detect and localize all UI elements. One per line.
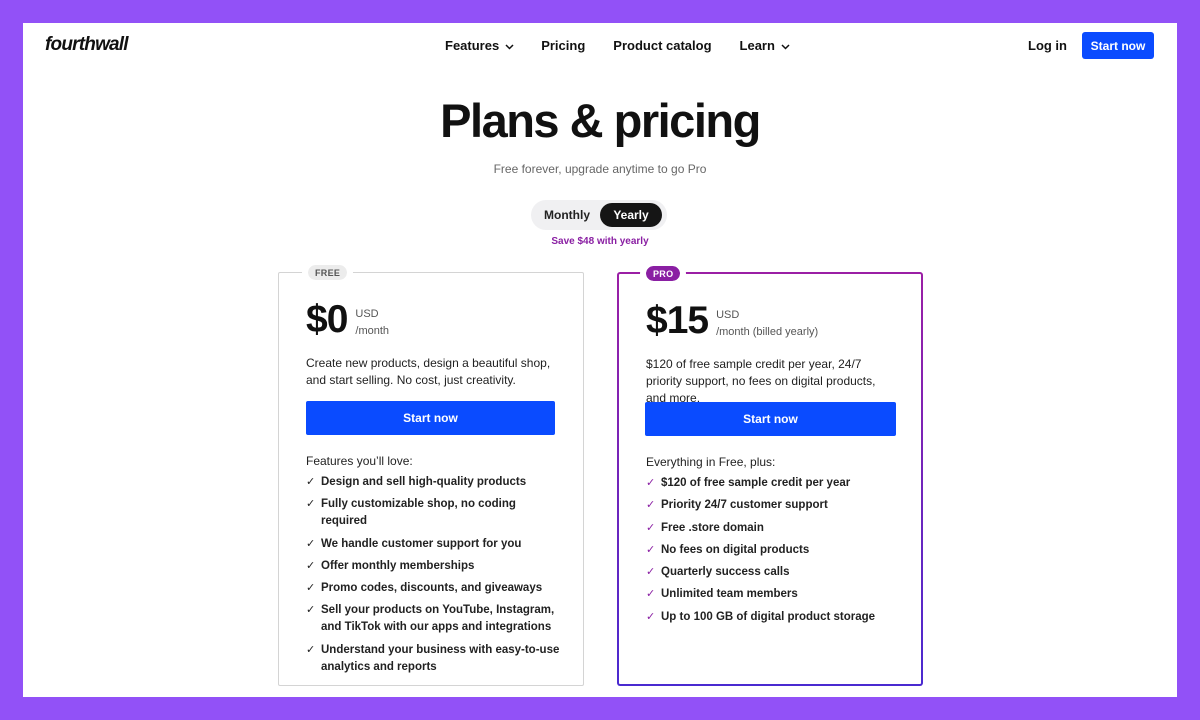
page-frame: fourthwall Features Pricing Product cata… bbox=[23, 23, 1177, 697]
feature-text: Offer monthly memberships bbox=[321, 559, 475, 572]
billing-option-monthly[interactable]: Monthly bbox=[534, 203, 600, 227]
check-icon: ✓ bbox=[306, 604, 316, 617]
plan-price: $15 bbox=[646, 299, 709, 342]
check-icon: ✓ bbox=[646, 610, 656, 623]
check-icon: ✓ bbox=[646, 477, 656, 489]
nav-item-pricing[interactable]: Pricing bbox=[541, 38, 585, 53]
check-icon: ✓ bbox=[646, 543, 656, 556]
list-item: ✓ Design and sell high-quality products bbox=[306, 474, 561, 491]
feature-list: ✓ Design and sell high-quality products ✓… bbox=[306, 474, 561, 681]
feature-text: Free .store domain bbox=[661, 521, 764, 534]
nav-item-label: Pricing bbox=[541, 38, 586, 53]
check-icon: ✓ bbox=[646, 521, 656, 534]
plan-tag: FREE bbox=[301, 259, 354, 286]
price-meta: USD /month (billed yearly) bbox=[716, 301, 818, 341]
features-heading: Features you’ll love: bbox=[306, 454, 413, 468]
feature-text: $120 of free sample credit per year bbox=[661, 477, 851, 489]
pro-start-now-button[interactable]: Start now bbox=[645, 402, 896, 436]
price-currency: USD bbox=[716, 309, 740, 321]
logo[interactable]: fourthwall bbox=[45, 34, 129, 56]
check-icon: ✓ bbox=[306, 643, 316, 656]
nav-item-label: Learn bbox=[739, 38, 775, 53]
feature-text: No fees on digital products bbox=[661, 543, 810, 556]
list-item: ✓ Fully customizable shop, no coding requ… bbox=[306, 496, 561, 530]
top-nav: fourthwall Features Pricing Product cata… bbox=[23, 23, 1177, 69]
feature-text: Sell your products on YouTube, Instagram… bbox=[321, 604, 555, 634]
start-now-button[interactable]: Start now bbox=[1082, 32, 1154, 59]
price-row: $15 USD /month (billed yearly) bbox=[646, 301, 818, 341]
list-item: ✓ Priority 24/7 customer support bbox=[646, 497, 901, 514]
billing-toggle: Monthly Yearly bbox=[531, 200, 667, 230]
plan-tag: PRO bbox=[639, 260, 687, 287]
list-item: ✓ Up to 100 GB of digital product storage bbox=[646, 609, 901, 626]
feature-text: Fully customizable shop, no coding requi… bbox=[321, 498, 516, 528]
price-period: /month bbox=[355, 325, 390, 337]
price-currency: USD bbox=[355, 308, 379, 320]
plan-description: $120 of free sample credit per year, 24/… bbox=[646, 357, 876, 405]
check-icon: ✓ bbox=[306, 559, 316, 572]
chevron-down-icon bbox=[781, 38, 790, 53]
price-row: $0 USD /month bbox=[306, 300, 389, 340]
feature-text: Design and sell high-quality products bbox=[321, 476, 527, 488]
free-start-now-button[interactable]: Start now bbox=[306, 401, 555, 435]
feature-text: We handle customer support for you bbox=[321, 537, 522, 550]
price-period: /month (billed yearly) bbox=[716, 326, 819, 338]
check-icon: ✓ bbox=[306, 582, 316, 595]
login-link[interactable]: Log in bbox=[1028, 38, 1067, 53]
page-title: Plans & pricing bbox=[440, 94, 761, 147]
nav-links: Features Pricing Product catalog Learn bbox=[445, 38, 790, 53]
feature-list: ✓ $120 of free sample credit per year ✓ Pr… bbox=[646, 475, 901, 631]
list-item: ✓ Promo codes, discounts, and giveaways bbox=[306, 580, 561, 597]
list-item: ✓ Quarterly success calls bbox=[646, 564, 901, 581]
nav-item-label: Features bbox=[445, 38, 500, 53]
list-item: ✓ Offer monthly memberships bbox=[306, 558, 561, 575]
list-item: ✓ $120 of free sample credit per year bbox=[646, 475, 901, 492]
feature-text: Quarterly success calls bbox=[661, 566, 790, 579]
feature-text: Priority 24/7 customer support bbox=[661, 499, 828, 512]
check-icon: ✓ bbox=[306, 537, 316, 550]
savings-note: Save $48 with yearly bbox=[551, 236, 649, 247]
plan-card-free: FREE $0 USD /month Create new products, … bbox=[278, 259, 584, 686]
chevron-down-icon bbox=[505, 38, 514, 53]
plan-price: $0 bbox=[306, 298, 348, 341]
feature-text: Promo codes, discounts, and giveaways bbox=[321, 582, 543, 595]
plan-description: Create new products, design a beautiful … bbox=[306, 356, 551, 387]
list-item: ✓ No fees on digital products bbox=[646, 542, 901, 559]
check-icon: ✓ bbox=[646, 499, 656, 512]
feature-text: Unlimited team members bbox=[661, 588, 798, 601]
feature-text: Up to 100 GB of digital product storage bbox=[661, 610, 876, 623]
nav-item-label: Product catalog bbox=[613, 38, 712, 53]
nav-item-product-catalog[interactable]: Product catalog bbox=[613, 38, 711, 53]
nav-item-learn[interactable]: Learn bbox=[740, 38, 790, 53]
feature-text: Understand your business with easy-to-us… bbox=[321, 643, 560, 673]
list-item: ✓ Sell your products on YouTube, Instagra… bbox=[306, 602, 561, 636]
features-heading: Everything in Free, plus: bbox=[646, 455, 776, 469]
list-item: ✓ Understand your business with easy-to-u… bbox=[306, 642, 561, 676]
billing-option-yearly[interactable]: Yearly bbox=[600, 203, 662, 227]
check-icon: ✓ bbox=[306, 476, 316, 488]
list-item: ✓ We handle customer support for you bbox=[306, 536, 561, 553]
check-icon: ✓ bbox=[646, 566, 656, 579]
list-item: ✓ Unlimited team members bbox=[646, 586, 901, 603]
check-icon: ✓ bbox=[646, 588, 656, 601]
plan-card-pro: PRO $15 USD /month (billed yearly) $120 … bbox=[617, 260, 923, 686]
nav-item-features[interactable]: Features bbox=[445, 38, 514, 53]
page-subtitle: Free forever, upgrade anytime to go Pro bbox=[493, 162, 707, 176]
list-item: ✓ Free .store domain bbox=[646, 520, 901, 537]
check-icon: ✓ bbox=[306, 498, 316, 511]
price-meta: USD /month bbox=[355, 300, 389, 340]
